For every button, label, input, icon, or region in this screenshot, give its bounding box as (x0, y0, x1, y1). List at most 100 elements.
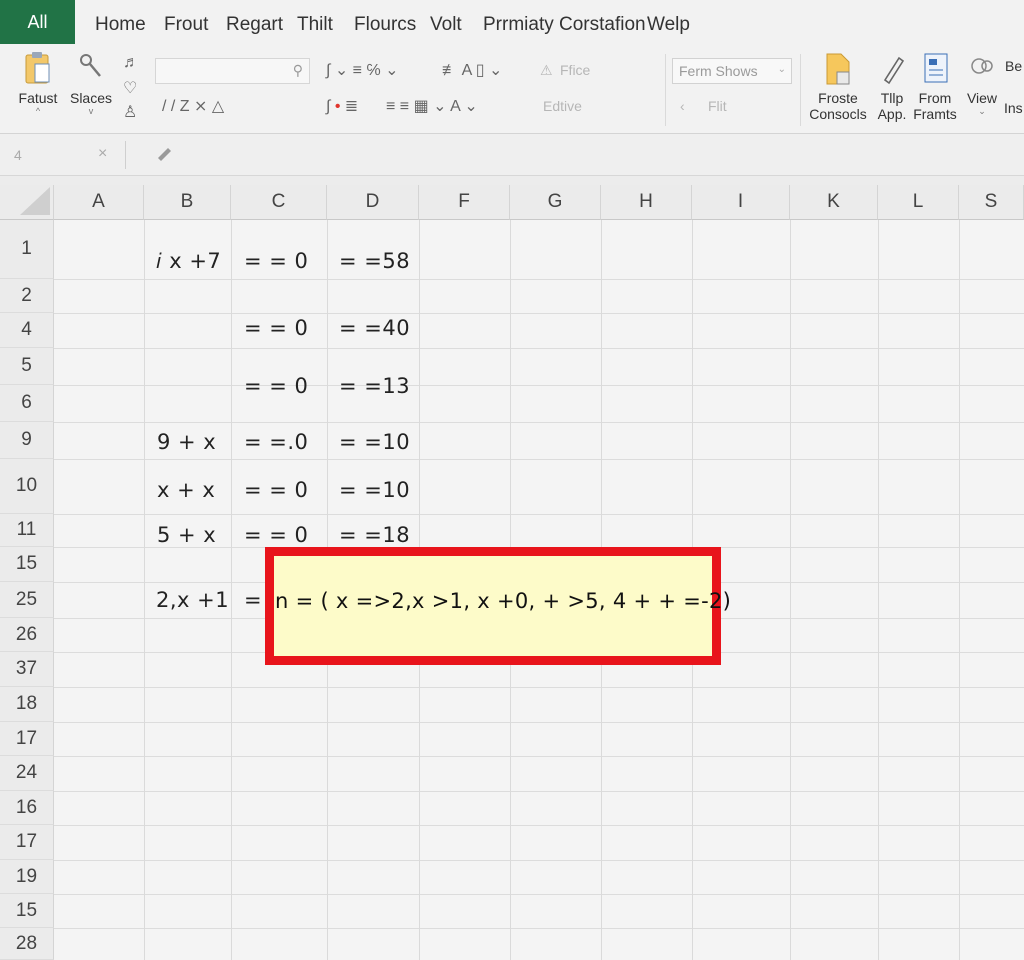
filter-faded[interactable]: Flit (708, 98, 727, 114)
tab-prrmiaty-corstafion[interactable]: Prrmiaty Corstafion (483, 14, 646, 36)
row-header-2[interactable]: 2 (0, 279, 54, 313)
tab-welp[interactable]: Welp (647, 14, 690, 36)
ribbon-group-tllp-line1: Tllp (880, 90, 904, 106)
chevron-down-icon: v (88, 106, 94, 116)
row-header-17[interactable]: 17 (0, 722, 54, 756)
column-header-f[interactable]: F (419, 185, 510, 220)
column-header-i[interactable]: I (692, 185, 790, 220)
cell-c1[interactable]: = = 0 (244, 249, 308, 273)
spreadsheet-grid[interactable]: A B C D F G H I K L S 1 2 4 5 6 9 10 11 … (0, 185, 1024, 960)
tab-thilt[interactable]: Thilt (297, 14, 333, 36)
cell-d10[interactable]: = =10 (339, 478, 410, 502)
row-header-15b[interactable]: 15 (0, 894, 54, 928)
ribbon-group-ins[interactable]: Ins (1004, 100, 1023, 116)
grid-line (144, 220, 145, 960)
row-header-19[interactable]: 19 (0, 860, 54, 894)
search-icon: ⚲ (292, 62, 303, 78)
row-header-15[interactable]: 15 (0, 547, 54, 582)
row-header-24[interactable]: 24 (0, 756, 54, 791)
cell-c6[interactable]: = = 0 (244, 374, 308, 398)
cell-b10[interactable]: x + x (157, 478, 215, 502)
view-icon (971, 58, 993, 74)
cell-d1[interactable]: = =58 (339, 249, 410, 273)
edit-formula-icon[interactable] (155, 144, 175, 164)
tab-volt[interactable]: Volt (430, 14, 462, 36)
cell-c11[interactable]: = = 0 (244, 523, 308, 547)
column-header-g[interactable]: G (510, 185, 601, 220)
editing-faded[interactable]: Edtive (543, 98, 582, 114)
ribbon-group-froste-line1: Froste (818, 90, 858, 106)
font-warning-icon: ⚠ (540, 62, 553, 78)
row-header-28[interactable]: 28 (0, 928, 54, 960)
indent-icon[interactable]: ≡ ≡ ▦ ⌄ A ⌄ (386, 96, 478, 116)
highlighted-cell-formula[interactable]: n = ( x =>2,x >1, x +0, + >5, 4 + + =-2) (275, 589, 731, 613)
column-header-k[interactable]: K (790, 185, 878, 220)
column-header-d[interactable]: D (327, 185, 419, 220)
ribbon-group-slaces-label: Slaces (69, 90, 113, 106)
ribbon-group-slaces[interactable]: Slaces v (68, 50, 114, 116)
ribbon-group-paste[interactable]: Fatust ^ (12, 50, 64, 116)
row-header-17b[interactable]: 17 (0, 825, 54, 860)
clipboard-icon (25, 52, 50, 84)
font-name-faded[interactable]: Ffice (560, 62, 590, 78)
formula-icon[interactable]: ∫ • ≣ (326, 96, 358, 116)
cell-c10[interactable]: = = 0 (244, 478, 308, 502)
ribbon-group-tllp-line2: App. (877, 106, 907, 122)
row-header-26[interactable]: 26 (0, 618, 54, 652)
column-header-s[interactable]: S (959, 185, 1024, 220)
cell-b25[interactable]: 2,x +1 (156, 588, 229, 612)
column-header-a[interactable]: A (54, 185, 144, 220)
row-header-9[interactable]: 9 (0, 422, 54, 459)
file-tab[interactable]: All (0, 0, 75, 44)
tab-flourcs[interactable]: Flourcs (354, 14, 416, 36)
cell-b11[interactable]: 5 + x (157, 523, 216, 547)
cell-d9[interactable]: = =10 (339, 430, 410, 454)
cell-c25[interactable]: = (244, 588, 262, 612)
align-icon[interactable]: ≢ A ▯ ⌄ (442, 60, 502, 80)
cut-icon[interactable]: ♬ (123, 54, 139, 72)
column-header-l[interactable]: L (878, 185, 959, 220)
tab-home[interactable]: Home (95, 14, 146, 36)
ribbon-group-froste[interactable]: Froste Consocls (806, 50, 870, 122)
cell-d4[interactable]: = =40 (339, 316, 410, 340)
ribbon-group-view[interactable]: View ⌄ (962, 50, 1002, 116)
row-header-25[interactable]: 25 (0, 582, 54, 618)
cell-c9[interactable]: = =.0 (244, 430, 308, 454)
row-header-4[interactable]: 4 (0, 313, 54, 348)
paste-special-icon[interactable]: ♙ (123, 102, 137, 122)
form-icon (924, 53, 948, 83)
column-header-c[interactable]: C (231, 185, 327, 220)
tab-frout[interactable]: Frout (164, 14, 208, 36)
italic-icon[interactable]: / / Z ⨯ △ (162, 96, 224, 116)
column-header-h[interactable]: H (601, 185, 692, 220)
ribbon-group-be[interactable]: Be (1005, 58, 1022, 74)
name-box[interactable]: 4 × (8, 141, 126, 169)
ribbon-group-from[interactable]: From Framts (910, 50, 960, 122)
cell-c4[interactable]: = = 0 (244, 316, 308, 340)
row-header-10[interactable]: 10 (0, 459, 54, 514)
menu-bar: All Home Frout Regart Thilt Flourcs Volt… (0, 0, 1024, 46)
column-header-b[interactable]: B (144, 185, 231, 220)
row-header-11[interactable]: 11 (0, 514, 54, 547)
row-header-16[interactable]: 16 (0, 791, 54, 825)
cell-b9[interactable]: 9 + x (157, 430, 216, 454)
cell-b1[interactable]: 𝑖 x +7 (156, 249, 221, 274)
style-dropdown[interactable]: Ferm Shows ⌄ (672, 58, 792, 84)
close-icon[interactable]: × (98, 145, 107, 163)
ribbon-group-tllp[interactable]: Tllp App. (872, 50, 912, 122)
cell-d6[interactable]: = =13 (339, 374, 410, 398)
function-icon[interactable]: ∫ ⌄ ≡ ℅ ⌄ (326, 60, 398, 80)
tab-regart[interactable]: Regart (226, 14, 283, 36)
row-header-6[interactable]: 6 (0, 385, 54, 422)
cell-d11[interactable]: = =18 (339, 523, 410, 547)
row-header-5[interactable]: 5 (0, 348, 54, 385)
chevron-left-icon[interactable]: ‹ (680, 98, 685, 114)
row-header-37[interactable]: 37 (0, 652, 54, 687)
font-name-input[interactable]: ⚲ (155, 58, 310, 84)
copy-icon[interactable]: ♡ (123, 78, 137, 98)
chevron-down-icon: ⌄ (978, 106, 986, 116)
row-header-1[interactable]: 1 (0, 220, 54, 279)
row-header-18[interactable]: 18 (0, 687, 54, 722)
select-all-corner[interactable] (0, 185, 54, 220)
grid-line (231, 220, 232, 960)
